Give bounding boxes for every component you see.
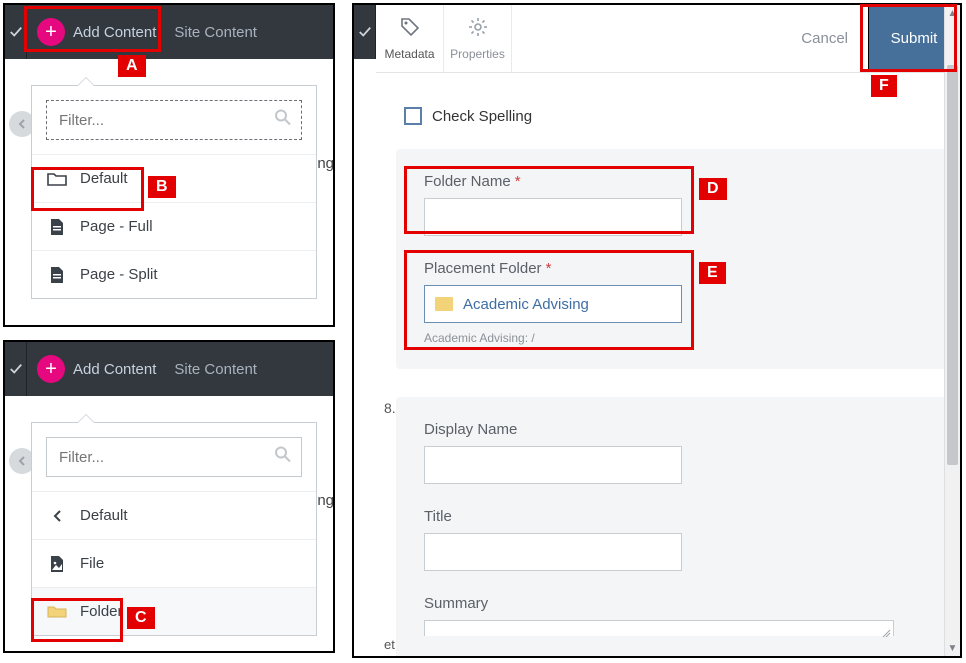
menu-item-default[interactable]: Default — [32, 154, 316, 202]
tag-icon — [400, 17, 420, 43]
add-content-link[interactable]: Add Content — [73, 24, 156, 41]
folder-icon — [435, 297, 453, 311]
placement-folder-label: Placement Folder* — [424, 260, 918, 277]
tab-properties[interactable]: Properties — [444, 5, 512, 72]
checkmark-icon — [9, 25, 23, 39]
page-icon — [46, 216, 68, 238]
panel-add-content-2: + Add Content Site Content ng Default — [3, 340, 335, 653]
select-all-toggle[interactable] — [354, 5, 376, 59]
menu-item-label: Page - Full — [80, 218, 153, 235]
menu-item-label: Page - Split — [80, 266, 158, 283]
title-label: Title — [424, 508, 918, 525]
dropdown-caret-icon — [78, 415, 94, 423]
chevron-left-icon — [46, 505, 68, 527]
menu-item-page-full[interactable]: Page - Full — [32, 202, 316, 250]
summary-textarea[interactable] — [424, 620, 894, 636]
form-card-metadata: Display Name Title Summary — [396, 397, 946, 656]
resize-handle-icon — [881, 628, 891, 638]
cancel-button[interactable]: Cancel — [781, 5, 868, 72]
check-spelling-label: Check Spelling — [432, 108, 532, 125]
file-image-icon — [46, 553, 68, 575]
check-spelling-row[interactable]: Check Spelling — [404, 107, 946, 125]
menu-item-label: File — [80, 555, 104, 572]
clipped-text: ng — [317, 155, 334, 172]
placement-folder-path: Academic Advising: / — [424, 331, 918, 345]
select-all-toggle[interactable] — [5, 342, 27, 396]
form-card-placement: Folder Name* Placement Folder* Academic … — [396, 149, 946, 369]
folder-outline-icon — [46, 168, 68, 190]
vertical-scrollbar[interactable]: ▲ ▼ — [944, 5, 960, 656]
menu-item-page-split[interactable]: Page - Split — [32, 250, 316, 298]
folder-icon — [46, 601, 68, 623]
plus-icon: + — [45, 21, 57, 44]
tab-label: Metadata — [384, 47, 434, 61]
panel-new-folder-form: Metadata Properties Cancel Submit 8. Che… — [352, 3, 962, 658]
clipped-text: ng — [317, 492, 334, 509]
form-toolbar: Metadata Properties Cancel Submit — [376, 5, 960, 73]
menu-item-file[interactable]: File — [32, 539, 316, 587]
placement-folder-value: Academic Advising — [463, 296, 589, 313]
scroll-thumb[interactable] — [947, 65, 958, 465]
add-content-plus-button[interactable]: + — [37, 355, 65, 383]
plus-icon: + — [45, 358, 57, 381]
field-folder-name: Folder Name* — [424, 173, 918, 236]
field-summary: Summary — [424, 595, 918, 636]
dropdown-caret-icon — [78, 78, 94, 86]
site-content-link[interactable]: Site Content — [174, 24, 257, 41]
folder-name-label: Folder Name* — [424, 173, 918, 190]
required-star-icon: * — [546, 260, 552, 277]
field-display-name: Display Name — [424, 421, 918, 484]
checkbox-icon[interactable] — [404, 107, 422, 125]
gear-icon — [468, 17, 488, 43]
display-name-input[interactable] — [424, 446, 682, 484]
content-type-list: Default File Folder — [32, 491, 316, 635]
required-star-icon: * — [515, 173, 521, 190]
menu-item-label: Folder — [80, 603, 123, 620]
folder-name-input[interactable] — [424, 198, 682, 236]
placement-folder-picker[interactable]: Academic Advising — [424, 285, 682, 323]
display-name-label: Display Name — [424, 421, 918, 438]
topbar: + Add Content Site Content — [5, 5, 333, 59]
scroll-down-icon[interactable]: ▼ — [945, 640, 960, 656]
content-type-list: Default Page - Full Page - Split — [32, 154, 316, 298]
field-title: Title — [424, 508, 918, 571]
menu-item-back-default[interactable]: Default — [32, 491, 316, 539]
filter-input[interactable] — [46, 100, 302, 140]
title-input[interactable] — [424, 533, 682, 571]
site-content-link[interactable]: Site Content — [174, 361, 257, 378]
select-all-toggle[interactable] — [5, 5, 27, 59]
field-placement-folder: Placement Folder* Academic Advising Acad… — [424, 260, 918, 345]
panel-add-content-1: + Add Content Site Content ng Default — [3, 3, 335, 327]
add-content-dropdown: Default File Folder — [31, 422, 317, 636]
menu-item-folder[interactable]: Folder — [32, 587, 316, 635]
menu-item-label: Default — [80, 170, 128, 187]
scroll-up-icon[interactable]: ▲ — [945, 5, 960, 21]
filter-input[interactable] — [46, 437, 302, 477]
checkmark-icon — [9, 362, 23, 376]
tab-metadata[interactable]: Metadata — [376, 5, 444, 72]
clipped-text: et — [384, 637, 395, 652]
add-content-link[interactable]: Add Content — [73, 361, 156, 378]
add-content-dropdown: Default Page - Full Page - Split — [31, 85, 317, 299]
checkmark-icon — [358, 25, 372, 39]
menu-item-label: Default — [80, 507, 128, 524]
form-scroll-area: Check Spelling Folder Name* Placement Fo… — [384, 93, 946, 656]
tab-label: Properties — [450, 47, 505, 61]
add-content-plus-button[interactable]: + — [37, 18, 65, 46]
page-icon — [46, 264, 68, 286]
summary-label: Summary — [424, 595, 918, 612]
topbar: + Add Content Site Content — [5, 342, 333, 396]
